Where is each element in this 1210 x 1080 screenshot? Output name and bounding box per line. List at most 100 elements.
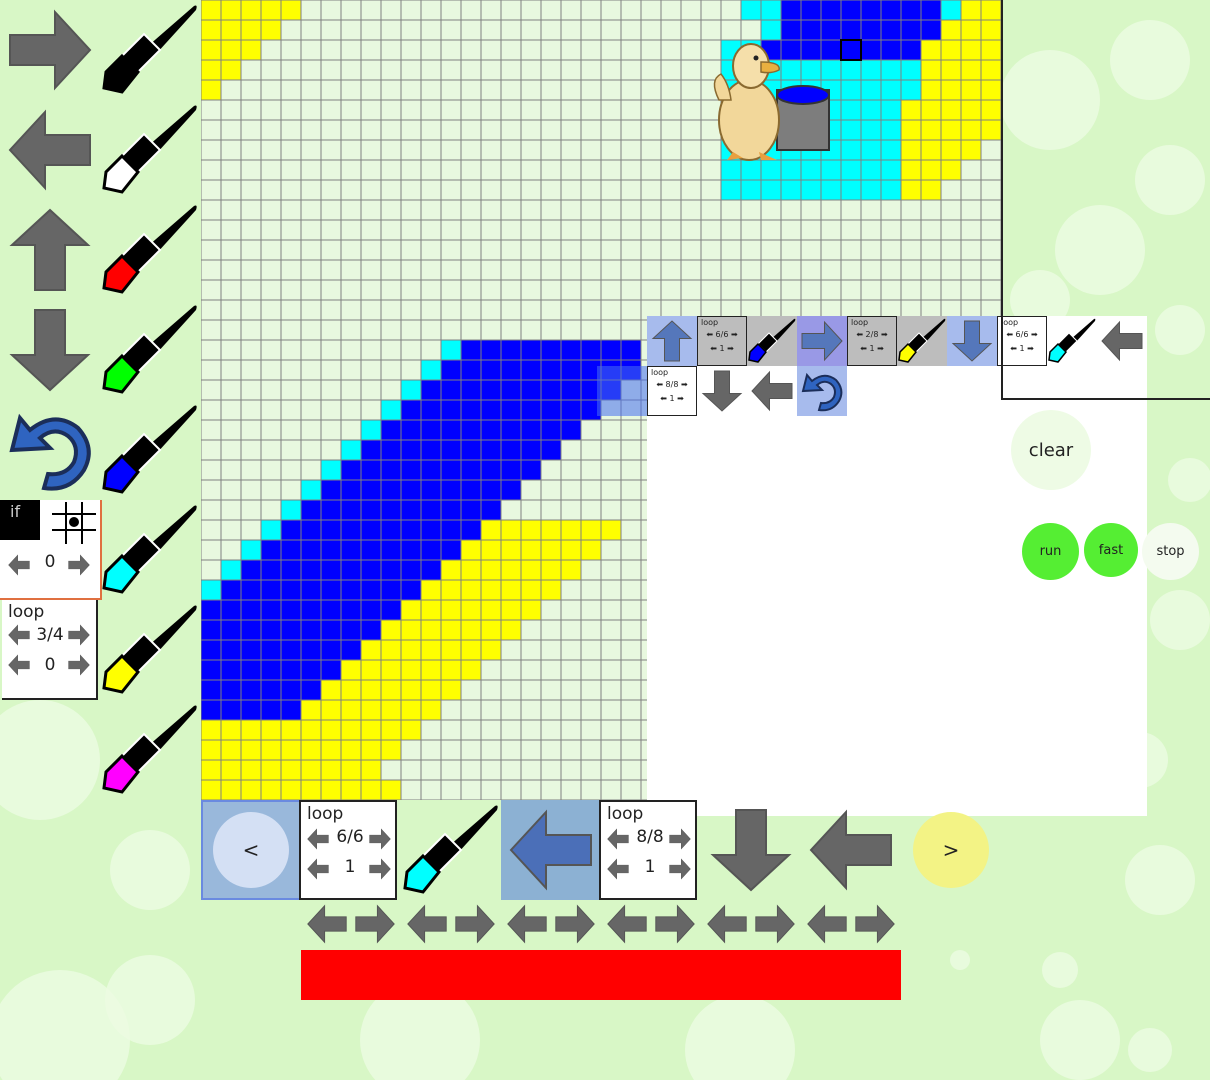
board-cell <box>241 540 261 560</box>
brush-command[interactable] <box>100 0 200 100</box>
board-cell <box>241 600 261 620</box>
board-cell <box>341 640 361 660</box>
decrement-arrow-icon <box>8 624 30 646</box>
if-block[interactable]: if 0 <box>0 500 102 600</box>
board-cell <box>281 540 301 560</box>
scroll-left-arrow-icon[interactable] <box>503 900 551 948</box>
scroll-left-arrow-icon[interactable] <box>303 900 351 948</box>
scroll-left-arrow-icon[interactable] <box>603 900 651 948</box>
board-cell <box>901 0 921 20</box>
scroll-right-arrow-icon[interactable] <box>651 900 699 948</box>
paint-brush-icon <box>403 805 498 894</box>
board-cell <box>461 480 481 500</box>
board-cell <box>761 180 781 200</box>
editor-undo-block[interactable] <box>797 366 847 416</box>
next-page-button[interactable]: > <box>913 812 989 888</box>
board-cell <box>421 580 441 600</box>
brush-command[interactable] <box>100 200 200 300</box>
board-cell <box>461 540 481 560</box>
board-cell <box>861 100 881 120</box>
scroll-left-arrow-icon[interactable] <box>703 900 751 948</box>
scroll-left-arrow-icon[interactable] <box>403 900 451 948</box>
scroll-right-arrow-icon[interactable] <box>751 900 799 948</box>
board-cell <box>341 760 361 780</box>
board-cell <box>361 500 381 520</box>
brush-command[interactable] <box>100 100 200 200</box>
board-cell <box>561 560 581 580</box>
strip-left-arrow-block[interactable] <box>501 800 601 900</box>
board-cell <box>421 680 441 700</box>
board-cell <box>281 760 301 780</box>
brush-command[interactable] <box>100 500 200 600</box>
board-cell <box>381 640 401 660</box>
board-cell <box>321 680 341 700</box>
prev-page-button[interactable]: < <box>201 800 301 900</box>
board-cell <box>921 100 941 120</box>
stop-button[interactable]: stop <box>1142 523 1199 580</box>
editor-loop-block[interactable]: loop ⬅ 2/8 ➡ ⬅ 1 ➡ <box>847 316 897 366</box>
scroll-left-arrow-icon[interactable] <box>803 900 851 948</box>
board-cell <box>421 460 441 480</box>
undo-curve-command[interactable] <box>0 400 100 500</box>
board-cell <box>841 20 861 40</box>
brush-command[interactable] <box>100 600 200 700</box>
brush-command[interactable] <box>100 700 200 800</box>
scroll-right-arrow-icon[interactable] <box>451 900 499 948</box>
board-cell <box>261 600 281 620</box>
paint-board[interactable]: loop ⬅ 6/6 ➡ ⬅ 1 ➡ loop ⬅ 2/8 ➡ ⬅ 1 ➡ loop ⬅ 6/… <box>201 0 1147 816</box>
board-cell <box>281 720 301 740</box>
editor-up-arrow-block[interactable] <box>647 316 697 366</box>
editor-down-arrow-block[interactable] <box>697 366 747 416</box>
strip-left-arrow-block-2[interactable] <box>801 800 901 900</box>
clear-button[interactable]: clear <box>1011 410 1091 490</box>
board-cell <box>401 720 421 740</box>
board-cell <box>441 480 461 500</box>
brush-command[interactable] <box>100 300 200 400</box>
board-cell <box>381 500 401 520</box>
loop-value: 1 <box>344 857 356 877</box>
left-arrow-command[interactable] <box>0 100 100 200</box>
up-arrow-command[interactable] <box>0 200 100 300</box>
down-arrow-command[interactable] <box>0 300 100 400</box>
board-cell <box>861 120 881 140</box>
board-cell <box>241 720 261 740</box>
scroll-right-arrow-icon[interactable] <box>851 900 899 948</box>
board-cell <box>781 20 801 40</box>
strip-brush-block[interactable] <box>401 800 501 900</box>
board-cell <box>921 140 941 160</box>
editor-left-arrow-block[interactable] <box>747 366 797 416</box>
editor-loop-block[interactable]: loop ⬅ 6/6 ➡ ⬅ 1 ➡ <box>697 316 747 366</box>
scroll-right-arrow-icon[interactable] <box>351 900 399 948</box>
board-cell <box>221 580 241 600</box>
board-cell <box>261 660 281 680</box>
editor-right-arrow-block[interactable] <box>797 316 847 366</box>
board-cell <box>401 540 421 560</box>
board-cell <box>461 500 481 520</box>
editor-brush-block[interactable] <box>747 316 797 366</box>
right-arrow-command[interactable] <box>0 0 100 100</box>
run-button[interactable]: run <box>1022 523 1079 580</box>
loop-block[interactable]: loop 3/4 0 <box>2 600 98 700</box>
board-cell <box>201 620 221 640</box>
board-cell <box>501 600 521 620</box>
board-cell <box>441 580 461 600</box>
editor-brush-block[interactable] <box>897 316 947 366</box>
scroll-right-arrow-icon[interactable] <box>551 900 599 948</box>
strip-down-arrow-block[interactable] <box>701 800 801 900</box>
board-cell <box>441 360 461 380</box>
increment-arrow-icon <box>68 654 90 676</box>
board-cell <box>301 500 321 520</box>
editor-loop-block[interactable]: loop ⬅ 8/8 ➡ ⬅ 1 ➡ <box>647 366 697 416</box>
strip-loop-block-1[interactable]: loop 6/6 1 <box>299 800 397 900</box>
strip-loop-block-2[interactable]: loop 8/8 1 <box>599 800 697 900</box>
board-cell <box>481 400 501 420</box>
brush-command[interactable] <box>100 400 200 500</box>
board-cell <box>221 660 241 680</box>
board-cell <box>461 380 481 400</box>
board-cell <box>941 40 961 60</box>
fast-button[interactable]: fast <box>1084 523 1138 577</box>
editor-down-arrow-block[interactable] <box>947 316 997 366</box>
board-cell <box>341 660 361 680</box>
board-cell <box>421 640 441 660</box>
board-cell <box>201 0 221 20</box>
